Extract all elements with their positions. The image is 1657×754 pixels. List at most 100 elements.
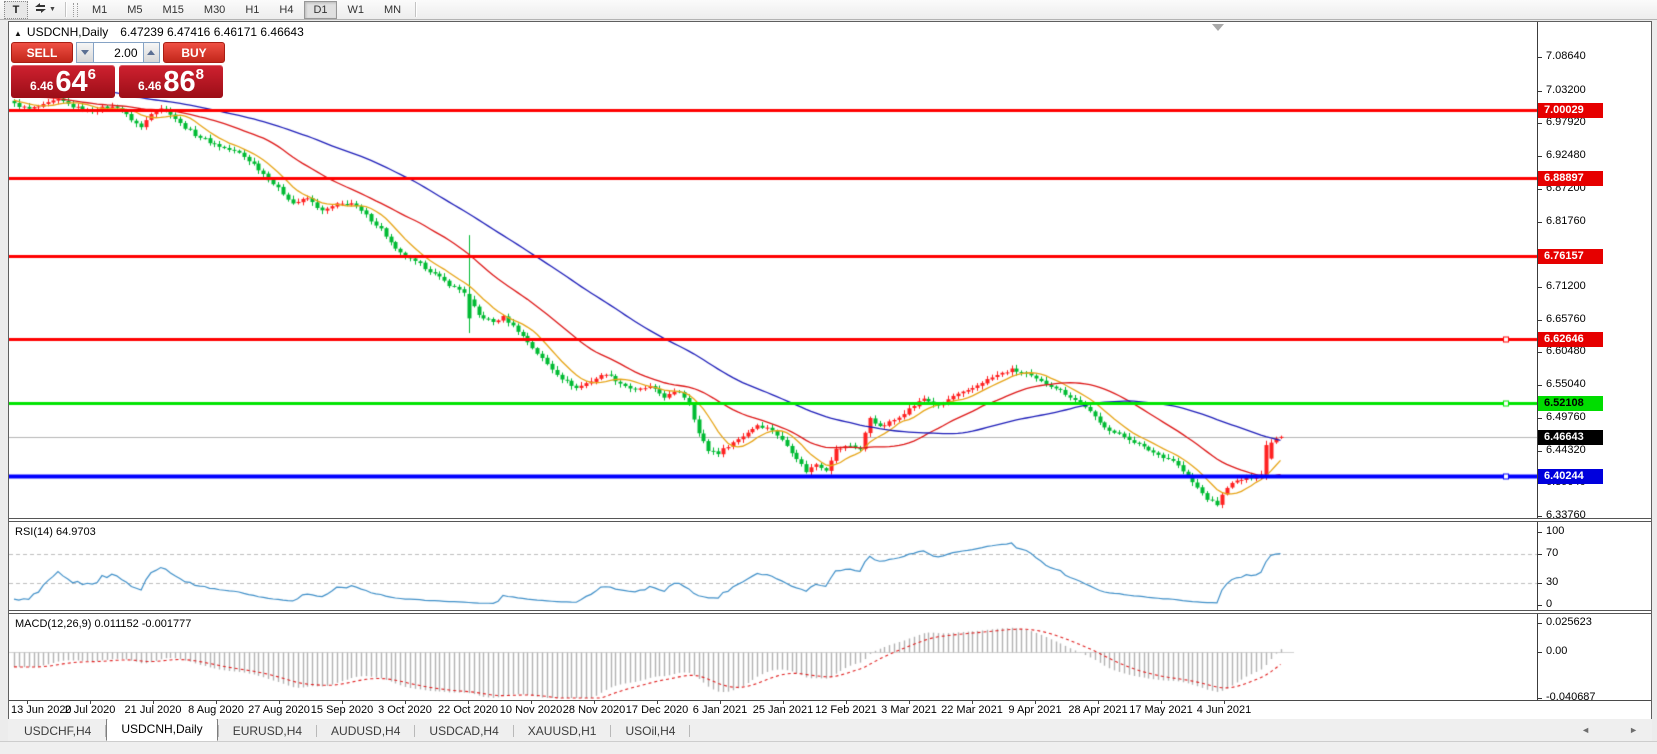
timeframe-m30[interactable]: M30 [195,1,234,19]
timeframe-h4[interactable]: H4 [270,1,302,19]
tab-divider [689,725,690,737]
macd-indicator-label: MACD(12,26,9) 0.011152 -0.001777 [15,618,191,630]
date-label: 28 Nov 2020 [563,704,625,716]
date-label: 22 Mar 2021 [941,704,1003,716]
price-tick: 6.49760 [1546,411,1586,423]
date-label: 4 Jun 2021 [1197,704,1251,716]
rsi-tick-dash [1538,605,1542,606]
rsi-tick-dash [1538,583,1542,584]
macd-tick-dash [1538,652,1542,653]
timeframe-m1[interactable]: M1 [83,1,116,19]
buy-price-big: 86 [163,68,195,97]
sell-button[interactable]: SELL [11,42,73,63]
price-tick-dash [1538,123,1542,124]
price-axis[interactable]: 7.086407.032006.979206.924806.872006.817… [1537,22,1651,700]
tab-scroll-right-button[interactable]: ► [1629,725,1638,735]
price-tick-dash [1538,189,1542,190]
timeframe-h1[interactable]: H1 [236,1,268,19]
one-click-trading-panel: SELL BUY 6.46646 6.46868 [11,42,227,98]
macd-tick-dash [1538,698,1542,699]
date-label: 17 Dec 2020 [626,704,688,716]
volume-stepper [76,42,160,63]
sell-price-sup: 6 [88,66,96,83]
date-label: 12 Feb 2021 [815,704,877,716]
chevron-down-icon [81,50,89,55]
timeframe-m5[interactable]: M5 [118,1,151,19]
tab-usdchf-h4[interactable]: USDCHF,H4 [10,722,105,741]
date-axis[interactable]: 13 Jun 20202 Jul 202021 Jul 20208 Aug 20… [9,700,1651,719]
date-label: 10 Nov 2020 [500,704,562,716]
price-tick: 6.92480 [1546,149,1586,161]
level-price-label: 6.52108 [1538,396,1603,411]
cursor-tool-icon [34,2,47,17]
level-price-label: 6.88897 [1538,171,1603,186]
sell-price-display[interactable]: 6.46646 [11,65,115,98]
chart-ohlc-values: 6.47239 6.47416 6.46171 6.46643 [120,25,304,39]
chart-shift-marker-icon[interactable] [1212,24,1224,31]
rsi-tick: 100 [1546,525,1564,537]
timeframe-mn[interactable]: MN [375,1,410,19]
timeframe-d1[interactable]: D1 [304,1,336,19]
toolbar-separator [415,2,417,17]
panel-separator[interactable] [9,518,1651,522]
status-bar [0,741,1657,754]
date-label: 28 Apr 2021 [1068,704,1127,716]
price-tick-dash [1538,91,1542,92]
chevron-down-icon: ▼ [49,6,56,13]
macd-tick: 0.025623 [1546,616,1592,628]
text-tool-button[interactable]: T [4,1,28,19]
macd-canvas[interactable] [9,614,1537,700]
level-price-label: 6.76157 [1538,249,1603,264]
macd-tick-dash [1538,623,1542,624]
chart-window: ▲USDCNH,Daily6.47239 6.47416 6.46171 6.4… [8,21,1652,719]
level-price-label: 7.00029 [1538,103,1603,118]
macd-tick: 0.00 [1546,645,1567,657]
top-toolbar: T ▼ M1M5M15M30H1H4D1W1MN [0,0,1657,20]
price-tick-dash [1538,418,1542,419]
volume-decrease-button[interactable] [77,43,94,62]
price-tick-dash [1538,516,1542,517]
buy-price-sup: 8 [196,66,204,83]
buy-price-display[interactable]: 6.46868 [119,65,223,98]
volume-increase-button[interactable] [143,43,160,62]
toolbar-separator [65,2,67,17]
price-tick: 6.71200 [1546,280,1586,292]
price-tick: 6.65760 [1546,313,1586,325]
tab-eurusd-h4[interactable]: EURUSD,H4 [219,722,316,741]
tab-usdcnh-daily[interactable]: USDCNH,Daily [106,718,217,741]
buy-button[interactable]: BUY [163,42,225,63]
level-price-label: 6.62646 [1538,332,1603,347]
volume-input[interactable] [94,43,143,62]
current-price-label: 6.46643 [1538,430,1603,445]
rsi-tick: 0 [1546,598,1552,610]
date-label: 9 Apr 2021 [1008,704,1061,716]
date-label: 22 Oct 2020 [438,704,498,716]
tab-scroll-left-button[interactable]: ◄ [1581,725,1590,735]
tab-usdcad-h4[interactable]: USDCAD,H4 [415,722,512,741]
sell-price-big: 64 [55,68,87,97]
collapse-triangle-icon[interactable]: ▲ [14,29,22,38]
date-label: 21 Jul 2020 [125,704,182,716]
tab-audusd-h4[interactable]: AUDUSD,H4 [317,722,414,741]
date-label: 8 Aug 2020 [188,704,244,716]
price-tick-dash [1538,287,1542,288]
toolbar-drag-handle[interactable] [73,3,78,17]
price-tick-dash [1538,451,1542,452]
timeframe-m15[interactable]: M15 [154,1,193,19]
timeframe-w1[interactable]: W1 [339,1,374,19]
date-label: 3 Oct 2020 [378,704,432,716]
panel-separator[interactable] [9,610,1651,614]
chart-title: ▲USDCNH,Daily6.47239 6.47416 6.46171 6.4… [14,25,304,39]
tab-usoil-h4[interactable]: USOil,H4 [611,722,689,741]
date-label: 13 Jun 2020 [11,704,72,716]
tab-xauusd-h1[interactable]: XAUUSD,H1 [514,722,611,741]
level-price-label: 6.40244 [1538,469,1603,484]
main-chart-canvas[interactable] [9,22,1537,518]
date-label: 27 Aug 2020 [248,704,310,716]
price-tick-dash [1538,352,1542,353]
buy-price-small: 6.46 [138,79,161,93]
rsi-canvas[interactable] [9,522,1537,610]
rsi-tick: 70 [1546,547,1558,559]
cursor-tool-button[interactable]: ▼ [30,2,60,18]
price-tick-dash [1538,156,1542,157]
